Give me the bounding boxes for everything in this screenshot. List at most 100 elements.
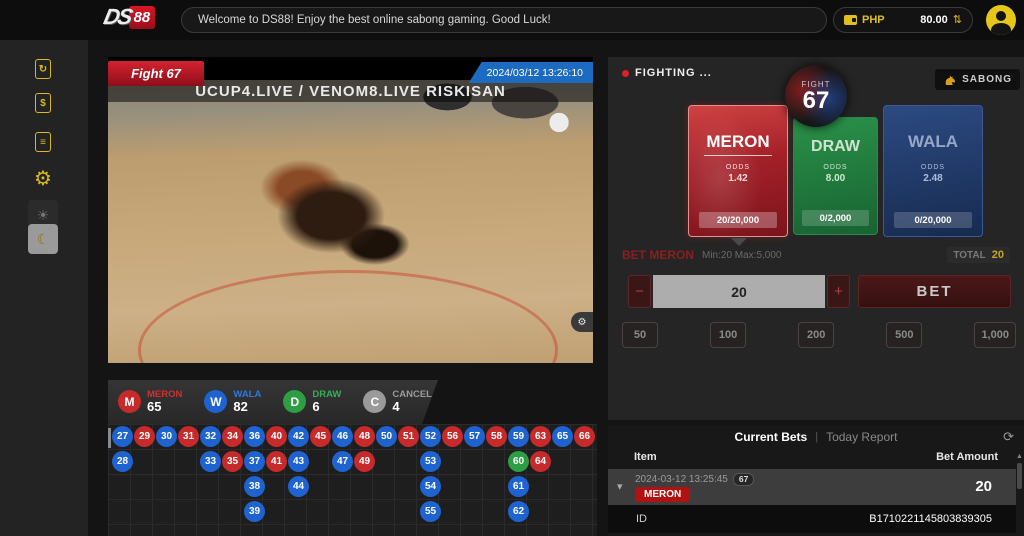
bet-button[interactable]: BET [858,275,1011,308]
meron-odds-label: ODDS [726,164,750,171]
quick-chips: 50 100 200 500 1,000 [622,322,1016,349]
meron-bet-card[interactable]: MERON ODDS 1.42 20/20,000 [688,105,788,237]
status-dot-icon [622,70,629,77]
result-57: 57 [464,426,485,447]
welcome-marquee: Welcome to DS88! Enjoy the best online s… [181,7,827,33]
meron-odds-value: 1.42 [728,173,747,184]
result-41: 41 [266,451,287,472]
bets-table-header: Item Bet Amount [608,451,1024,469]
result-53: 53 [420,451,441,472]
fight-number-text: Fight 67 [131,66,181,81]
wala-pool: 0/20,000 [894,212,972,228]
result-30: 30 [156,426,177,447]
bet-fight-number-badge: 67 [733,473,754,486]
rooster-icon [943,73,957,87]
result-48: 48 [354,426,375,447]
welcome-text: Welcome to DS88! Enjoy the best online s… [198,14,551,26]
live-video-player[interactable]: UCUP4.LIVE / VENOM8.LIVE RISKISAN Fight … [108,57,593,363]
chip-100[interactable]: 100 [710,322,746,348]
result-38: 38 [244,476,265,497]
result-65: 65 [552,426,573,447]
draw-bet-card[interactable]: DRAW ODDS 8.00 0/2,000 [793,117,878,235]
fight-status: FIGHTING ... [622,67,712,79]
results-grid: 2728293031323334353637383940414243444546… [112,426,596,536]
tab-today-report[interactable]: Today Report [826,430,897,444]
chevron-down-icon[interactable]: ▾ [617,480,623,493]
fight-circle: FIGHT 67 [785,65,847,127]
draw-odds-value: 8.00 [826,173,845,184]
wala-odds-value: 2.48 [923,173,942,184]
app-root: DS 88 Welcome to DS88! Enjoy the best on… [0,0,1024,536]
wala-bet-card[interactable]: WALA ODDS 2.48 0/20,000 [883,105,983,237]
result-35: 35 [222,451,243,472]
minus-icon: − [635,283,644,300]
moon-icon: ☾ [37,231,50,248]
tab-current-bets[interactable]: Current Bets [735,430,808,444]
result-46: 46 [332,426,353,447]
sidebar-item-rules[interactable]: ≡ [28,127,58,157]
replay-doc-icon: ↻ [35,59,51,79]
col-item-label: Item [634,451,657,463]
stream-timestamp-badge: 2024/03/12 13:26:10 [469,62,593,83]
decrease-amount-button[interactable]: − [628,275,651,308]
user-avatar[interactable] [986,5,1016,35]
results-board: 2728293031323334353637383940414243444546… [108,424,597,536]
balance-pill[interactable]: PHP 80.00 ⇅ [833,7,973,33]
result-43: 43 [288,451,309,472]
sidebar-item-video-records[interactable]: ↻ [28,54,58,84]
increase-amount-button[interactable]: + [827,275,850,308]
plus-icon: + [834,283,843,300]
bet-info-line: BET MERON Min:20 Max:5,000 TOTAL 20 [622,247,1010,263]
bet-time: 2024-03-12 13:25:45 67 [635,473,754,486]
legend-count: 82 [233,400,261,414]
refresh-balance-icon[interactable]: ⇅ [953,15,962,26]
cancel-legend-icon: C [363,390,386,413]
result-58: 58 [486,426,507,447]
bet-id-label: ID [636,513,647,525]
refresh-bets-icon[interactable]: ⟳ [1003,429,1014,445]
chip-500[interactable]: 500 [886,322,922,348]
chip-50[interactable]: 50 [622,322,658,348]
result-56: 56 [442,426,463,447]
meron-divider [704,155,773,156]
result-39: 39 [244,501,265,522]
result-34: 34 [222,426,243,447]
result-33: 33 [200,451,221,472]
chip-1000[interactable]: 1,000 [974,322,1016,348]
sidebar: ↻ $ ≡ ⚙ ☀ ☾ [0,40,88,536]
result-37: 37 [244,451,265,472]
bet-amount-value: 20 [975,478,992,495]
result-40: 40 [266,426,287,447]
bet-target-label: BET MERON [622,248,694,262]
total-label: TOTAL [953,250,985,261]
bets-scrollbar[interactable]: ▲ [1016,453,1023,533]
results-scrollbar-thumb[interactable] [108,428,111,448]
ds88-logo[interactable]: DS 88 [104,4,155,30]
scroll-up-icon[interactable]: ▲ [1016,453,1023,461]
chip-200[interactable]: 200 [798,322,834,348]
legend-count: 6 [312,400,341,414]
legend-wala: W WALA82 [204,390,261,415]
scrollbar-thumb[interactable] [1017,463,1022,489]
top-bar: DS 88 Welcome to DS88! Enjoy the best on… [0,0,1024,40]
wallet-icon [844,15,857,25]
sidebar-item-settings[interactable]: ⚙ [28,163,58,193]
sidebar-item-bet-records[interactable]: $ [28,88,58,118]
theme-dark-button[interactable]: ☾ [28,224,58,254]
col-amount-label: Bet Amount [936,451,998,463]
bet-total: TOTAL 20 [947,247,1010,263]
draw-odds-label: ODDS [823,164,847,171]
bet-row[interactable]: ▾ 2024-03-12 13:25:45 67 MERON 20 [608,469,1016,505]
draw-title: DRAW [811,138,860,156]
draw-pool: 0/2,000 [802,210,868,226]
status-text: FIGHTING ... [635,67,712,79]
result-50: 50 [376,426,397,447]
result-42: 42 [288,426,309,447]
wala-legend-icon: W [204,390,227,413]
video-settings-tab[interactable]: ⚙ [571,312,593,332]
provider-badge: SABONG [935,69,1020,90]
result-27: 27 [112,426,133,447]
bet-amount-input[interactable] [653,275,825,308]
fight-number-badge: Fight 67 [108,61,204,86]
legend-text: WALA82 [233,390,261,415]
